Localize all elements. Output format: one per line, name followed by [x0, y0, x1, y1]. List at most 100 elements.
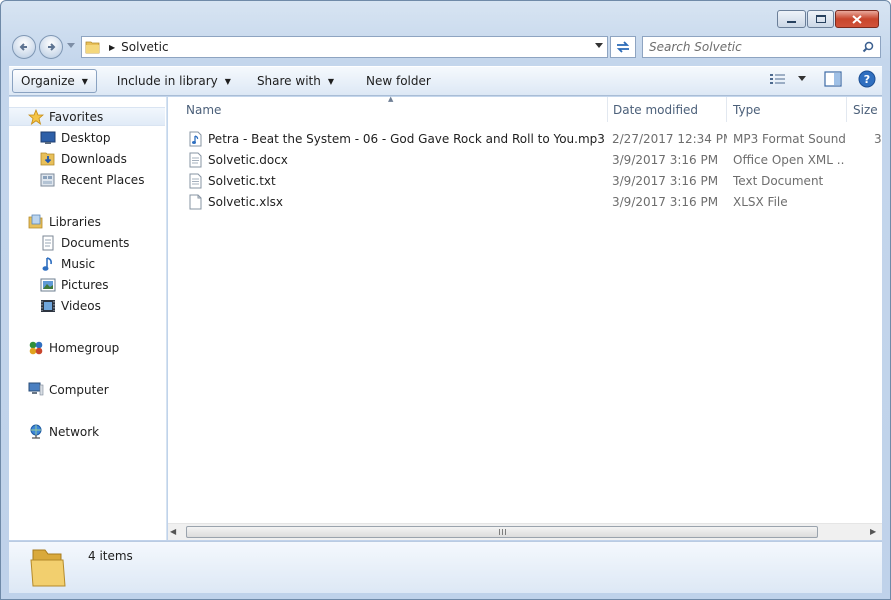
network-icon	[28, 424, 44, 440]
nav-music-label: Music	[61, 256, 96, 271]
help-icon[interactable]: ?	[858, 70, 876, 88]
share-with-button[interactable]: Share with ▼	[249, 69, 342, 93]
search-box[interactable]	[642, 36, 881, 58]
music-note-icon	[40, 256, 56, 272]
breadcrumb-solvetic[interactable]: Solvetic	[121, 40, 168, 54]
nav-recent-places-label: Recent Places	[61, 172, 145, 187]
column-header-type[interactable]: Type	[727, 97, 847, 122]
file-name-cell: Solvetic.docx	[187, 149, 607, 170]
caption-buttons	[777, 10, 879, 28]
downloads-folder-icon	[40, 151, 56, 167]
nav-homegroup-label: Homegroup	[49, 340, 120, 355]
command-bar: Organize ▼ Include in library ▼ Share wi…	[9, 66, 882, 96]
svg-text:?: ?	[864, 73, 870, 86]
minimize-button[interactable]	[777, 10, 806, 28]
nav-computer-label: Computer	[49, 382, 109, 397]
column-header-size[interactable]: Size	[847, 97, 882, 122]
column-header-date[interactable]: Date modified	[607, 97, 727, 122]
file-date-cell: 3/9/2017 3:16 PM	[612, 152, 719, 167]
navigation-pane: Favorites Desktop Downloads Recent Place…	[9, 97, 167, 540]
nav-favorites[interactable]: Favorites	[9, 107, 165, 126]
file-size-cell: 3,	[874, 131, 882, 146]
chevron-down-icon: ▼	[327, 76, 334, 86]
nav-downloads-label: Downloads	[61, 151, 127, 166]
file-row[interactable]: Petra - Beat the System - 06 - God Gave …	[168, 128, 882, 149]
file-name-cell: Solvetic.txt	[187, 170, 607, 191]
refresh-icon	[616, 41, 630, 53]
nav-documents[interactable]: Documents	[40, 233, 129, 252]
file-type-cell: Text Document	[733, 173, 824, 188]
chevron-down-icon: ▼	[81, 76, 88, 86]
share-with-label: Share with	[256, 74, 321, 88]
file-name: Solvetic.xlsx	[208, 194, 284, 209]
nav-music[interactable]: Music	[40, 254, 95, 273]
file-name: Solvetic.docx	[208, 152, 288, 167]
file-type-cell: MP3 Format Sound	[733, 131, 845, 146]
horizontal-scrollbar[interactable]: ◀ ▶	[168, 523, 882, 540]
column-header-name[interactable]: Name	[180, 97, 608, 122]
preview-pane-icon[interactable]	[824, 71, 842, 87]
column-header-name-label: Name	[186, 102, 222, 117]
organize-button[interactable]: Organize ▼	[12, 69, 97, 93]
file-date-cell: 3/9/2017 3:16 PM	[612, 194, 719, 209]
nav-videos[interactable]: Videos	[40, 296, 101, 315]
recent-pages-dropdown-icon[interactable]	[67, 43, 75, 49]
nav-computer[interactable]: Computer	[28, 380, 109, 399]
libraries-icon	[28, 214, 44, 230]
nav-homegroup[interactable]: Homegroup	[28, 338, 119, 357]
desktop-icon	[40, 130, 56, 146]
views-dropdown-icon[interactable]	[798, 76, 806, 82]
organize-label: Organize	[21, 74, 75, 88]
new-folder-button[interactable]: New folder	[358, 69, 439, 93]
blank-file-icon	[187, 194, 203, 210]
pictures-icon	[40, 277, 56, 293]
change-view-button[interactable]	[770, 73, 806, 85]
address-bar[interactable]: ▶ Solvetic	[81, 36, 608, 58]
file-row[interactable]: Solvetic.txt 3/9/2017 3:16 PM Text Docum…	[168, 170, 882, 191]
file-name-cell: Solvetic.xlsx	[187, 191, 607, 212]
scrollbar-grip-icon	[499, 529, 507, 535]
back-button[interactable]	[12, 35, 36, 59]
file-list-pane: ▲ Name Date modified Type Size Petra - B…	[168, 95, 882, 540]
item-count: 4 items	[88, 549, 133, 563]
breadcrumb-separator-icon[interactable]: ▶	[109, 43, 115, 52]
scrollbar-thumb[interactable]	[186, 526, 818, 538]
homegroup-icon	[28, 340, 44, 356]
scroll-left-arrow-icon[interactable]: ◀	[170, 527, 180, 537]
nav-network-label: Network	[49, 424, 100, 439]
column-header-row: ▲ Name Date modified Type Size	[168, 95, 882, 122]
refresh-button[interactable]	[610, 36, 636, 58]
videos-icon	[40, 298, 56, 314]
close-button[interactable]	[835, 10, 879, 28]
search-icon[interactable]	[862, 41, 874, 53]
nav-pictures[interactable]: Pictures	[40, 275, 109, 294]
nav-downloads[interactable]: Downloads	[40, 149, 127, 168]
forward-arrow-icon	[48, 43, 56, 51]
maximize-button[interactable]	[807, 10, 834, 28]
file-type-cell: XLSX File	[733, 194, 788, 209]
explorer-window: ▶ Solvetic Organize ▼ Include in library…	[0, 0, 891, 600]
nav-network[interactable]: Network	[28, 422, 99, 441]
nav-desktop-label: Desktop	[61, 130, 111, 145]
file-row[interactable]: Solvetic.xlsx 3/9/2017 3:16 PM XLSX File	[168, 191, 882, 212]
file-name-cell: Petra - Beat the System - 06 - God Gave …	[187, 128, 607, 149]
nav-libraries-label: Libraries	[49, 214, 101, 229]
search-input[interactable]	[643, 40, 862, 54]
documents-icon	[40, 235, 56, 251]
file-type-cell: Office Open XML ...	[733, 152, 845, 167]
file-row[interactable]: Solvetic.docx 3/9/2017 3:16 PM Office Op…	[168, 149, 882, 170]
toolbar-right-group: ?	[770, 70, 876, 88]
computer-icon	[28, 382, 44, 398]
folder-icon	[85, 41, 100, 54]
scroll-right-arrow-icon[interactable]: ▶	[870, 527, 880, 537]
nav-libraries[interactable]: Libraries	[28, 212, 101, 231]
file-date-cell: 3/9/2017 3:16 PM	[612, 173, 719, 188]
nav-recent-places[interactable]: Recent Places	[40, 170, 144, 189]
view-list-icon	[770, 74, 785, 84]
file-date-cell: 2/27/2017 12:34 PM	[612, 131, 727, 146]
nav-desktop[interactable]: Desktop	[40, 128, 111, 147]
include-in-library-button[interactable]: Include in library ▼	[109, 69, 239, 93]
forward-button[interactable]	[39, 35, 63, 59]
address-dropdown-icon[interactable]	[595, 43, 603, 49]
include-in-library-label: Include in library	[116, 74, 218, 88]
